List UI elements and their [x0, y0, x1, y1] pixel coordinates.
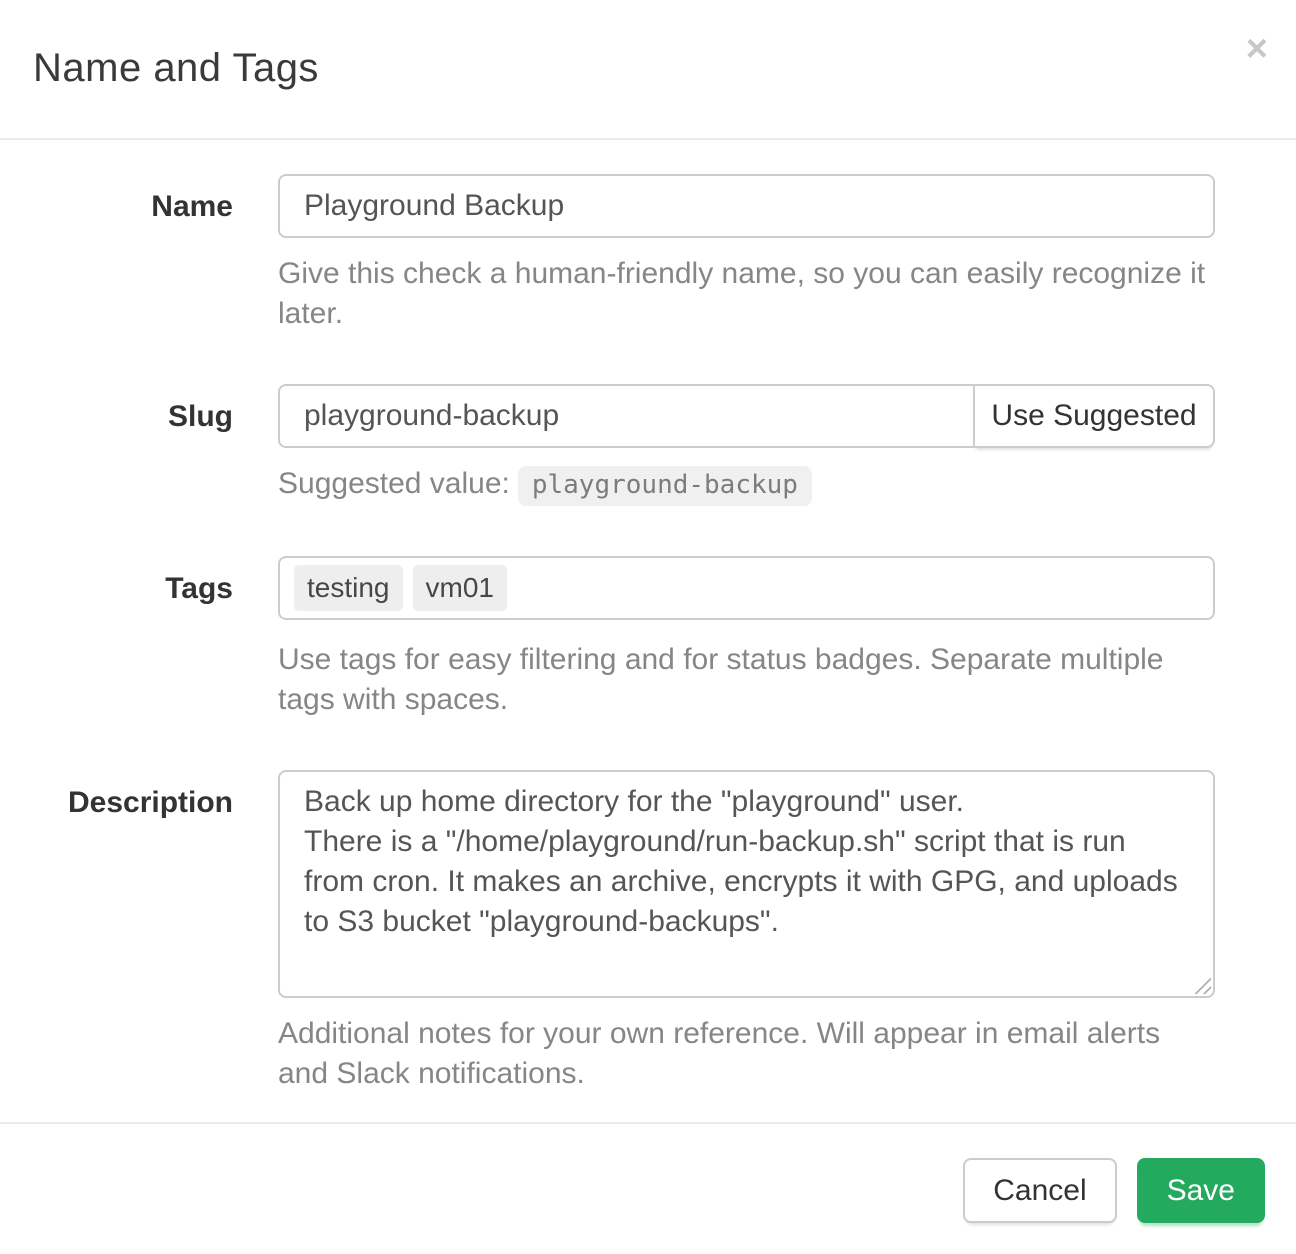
description-help-text: Additional notes for your own reference.…: [278, 1014, 1215, 1094]
description-textarea[interactable]: Back up home directory for the "playgrou…: [278, 770, 1215, 998]
save-button[interactable]: Save: [1137, 1158, 1265, 1223]
dialog-footer: Cancel Save: [0, 1122, 1296, 1254]
tags-field-row: Tags testing vm01 Use tags for easy filt…: [33, 556, 1215, 720]
tag-chip[interactable]: testing: [294, 565, 403, 611]
close-icon[interactable]: ×: [1246, 30, 1268, 68]
description-label: Description: [33, 770, 278, 821]
slug-input[interactable]: [278, 384, 975, 448]
name-field-row: Name Give this check a human-friendly na…: [33, 174, 1215, 334]
suggested-value-code: playground-backup: [518, 466, 812, 506]
tags-label: Tags: [33, 556, 278, 607]
slug-input-group: Use Suggested: [278, 384, 1215, 448]
tags-help-text: Use tags for easy filtering and for stat…: [278, 640, 1215, 720]
name-label: Name: [33, 174, 278, 225]
dialog-title: Name and Tags: [33, 44, 1263, 92]
name-and-tags-dialog: Name and Tags × Name Give this check a h…: [0, 0, 1296, 1170]
dialog-body: Name Give this check a human-friendly na…: [0, 140, 1296, 1170]
tag-chip[interactable]: vm01: [413, 565, 507, 611]
cancel-button[interactable]: Cancel: [963, 1158, 1116, 1223]
name-help-text: Give this check a human-friendly name, s…: [278, 254, 1215, 334]
slug-suggested-line: Suggested value:playground-backup: [278, 466, 1215, 506]
tags-input[interactable]: testing vm01: [278, 556, 1215, 620]
slug-field-row: Slug Use Suggested Suggested value:playg…: [33, 384, 1215, 506]
name-input[interactable]: [278, 174, 1215, 238]
dialog-header: Name and Tags ×: [0, 0, 1296, 140]
description-field-row: Description Back up home directory for t…: [33, 770, 1215, 1094]
slug-label: Slug: [33, 384, 278, 435]
use-suggested-button[interactable]: Use Suggested: [973, 384, 1215, 448]
suggested-value-prefix: Suggested value:: [278, 467, 510, 500]
